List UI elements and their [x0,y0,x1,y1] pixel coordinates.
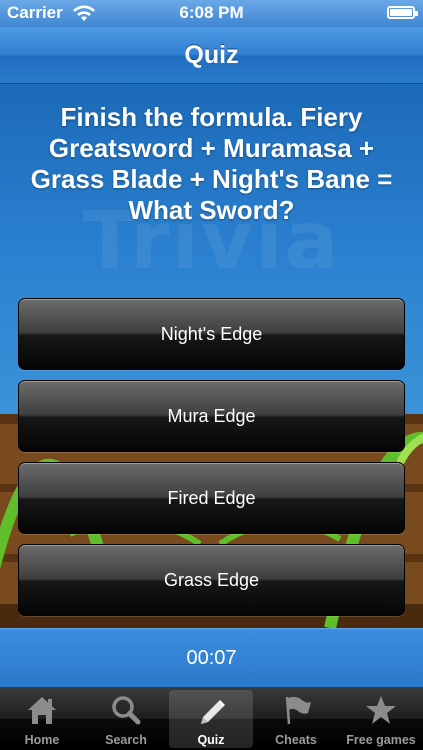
pencil-icon [201,700,225,724]
answer-button-2[interactable]: Mura Edge [18,380,405,452]
quiz-area: Trivia Finish the formula. Fiery Greatsw… [0,84,423,628]
home-icon [28,697,56,724]
answer-button-3[interactable]: Fired Edge [18,462,405,534]
star-icon [366,696,396,724]
timer-bar: 00:07 [0,628,423,688]
tab-home[interactable]: Home [0,687,84,750]
status-bar: Carrier 6:08 PM [0,0,423,27]
flag-icon [285,696,311,725]
tab-cheats[interactable]: Cheats [254,687,338,750]
nav-bar: Quiz [0,27,423,84]
timer-value: 00:07 [186,647,237,669]
page-title: Quiz [184,41,239,69]
tab-quiz-label: Quiz [197,733,225,747]
question-text: Finish the formula. Fiery Greatsword + M… [30,102,393,225]
tab-cheats-label: Cheats [275,733,317,747]
tab-free-games[interactable]: Free games [339,687,423,750]
answer-button-1[interactable]: Night's Edge [18,298,405,370]
status-time: 6:08 PM [179,3,244,22]
battery-icon [387,6,418,19]
tab-quiz[interactable]: Quiz [169,690,253,748]
tab-search[interactable]: Search [84,687,168,750]
tab-home-label: Home [24,733,60,747]
tab-search-label: Search [105,733,147,747]
tab-bar: Home Search Quiz Cheats Free games [0,687,423,750]
search-icon [112,696,141,725]
tab-free-games-label: Free games [346,733,416,747]
answer-button-4[interactable]: Grass Edge [18,544,405,616]
